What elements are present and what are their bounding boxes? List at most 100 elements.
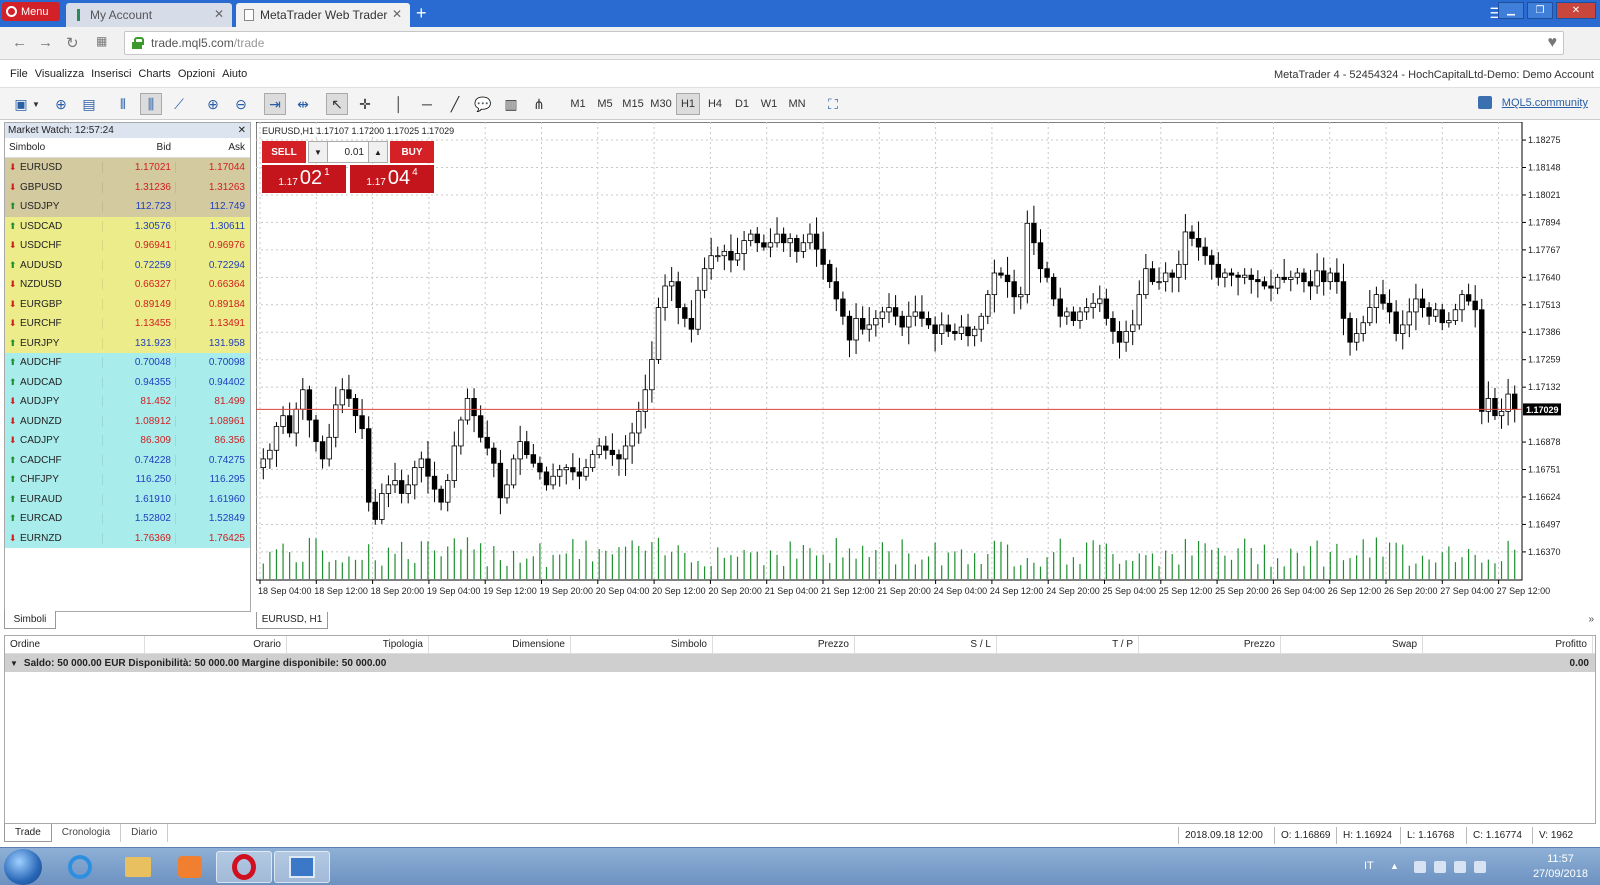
taskbar-ie[interactable]	[52, 851, 108, 883]
auto-scroll-icon[interactable]: ⇥	[264, 93, 286, 115]
market-watch-row[interactable]: ⬇ USDCHF 0.96941 0.96976	[5, 236, 250, 256]
timeframe-m1[interactable]: M1	[567, 93, 589, 115]
vertical-line-icon[interactable]: │	[388, 93, 410, 115]
terminal-col-header[interactable]: S / L	[855, 636, 997, 653]
timeframe-mn[interactable]: MN	[785, 93, 809, 115]
cursor-icon[interactable]: ↖	[326, 93, 348, 115]
price-chart[interactable]: 1.18275 1.18148 1.18021 1.17894 1.17767 1.176…	[255, 121, 1596, 614]
back-arrow-icon[interactable]: ←	[12, 34, 27, 51]
elliott-wave-icon[interactable]: ⋔	[528, 93, 550, 115]
speed-dial-grid-icon[interactable]: ▦	[96, 34, 107, 48]
chart-svg[interactable]: 1.18275 1.18148 1.18021 1.17894 1.17767 1.176…	[255, 121, 1596, 614]
market-watch-row[interactable]: ⬇ NZDUSD 0.66327 0.66364	[5, 275, 250, 295]
market-watch-row[interactable]: ⬆ AUDUSD 0.72259 0.72294	[5, 255, 250, 275]
zoom-out-icon[interactable]: ⊖	[230, 93, 252, 115]
buy-button[interactable]: BUY	[390, 141, 434, 163]
timeframe-d1[interactable]: D1	[731, 93, 753, 115]
market-watch-row[interactable]: ⬆ CADCHF 0.74228 0.74275	[5, 450, 250, 470]
reload-icon[interactable]: ↻	[66, 34, 79, 52]
tab-simboli[interactable]: Simboli	[4, 611, 56, 629]
menu-aiuto[interactable]: Aiuto	[222, 68, 247, 80]
candlestick-icon[interactable]: ⫼	[140, 93, 162, 115]
minimize-button[interactable]: ▁	[1498, 2, 1524, 19]
action-center-icon[interactable]	[1474, 861, 1486, 873]
lot-decrease-icon[interactable]: ▼	[308, 141, 328, 163]
terminal-col-header[interactable]: Simbolo	[571, 636, 713, 653]
timeframe-w1[interactable]: W1	[758, 93, 780, 115]
mql5-community-link[interactable]: MQL5.community	[1502, 97, 1588, 109]
col-header-bid[interactable]: Bid	[102, 142, 175, 153]
collapse-icon[interactable]: ▼	[10, 659, 18, 668]
bookmark-heart-icon[interactable]: ♥	[1548, 34, 1558, 52]
timeframe-m15[interactable]: M15	[620, 93, 646, 115]
tray-expand-icon[interactable]: ▲	[1390, 861, 1402, 873]
menu-file[interactable]: File	[10, 68, 28, 80]
bar-chart-icon[interactable]: ⫴	[112, 93, 134, 115]
profiles-icon[interactable]: ▤	[78, 93, 100, 115]
new-chart-dropdown-icon[interactable]: ▼	[30, 93, 42, 115]
terminal-col-header[interactable]: Swap	[1281, 636, 1423, 653]
terminal-col-header[interactable]: Prezzo	[1139, 636, 1281, 653]
terminal-col-header[interactable]: Profitto	[1423, 636, 1593, 653]
new-tab-plus-icon[interactable]: +	[416, 2, 427, 24]
market-watch-row[interactable]: ⬇ AUDJPY 81.452 81.499	[5, 392, 250, 412]
close-window-button[interactable]: ✕	[1556, 2, 1596, 19]
lot-size-input[interactable]: 0.01	[328, 141, 368, 163]
market-watch-row[interactable]: ⬇ CADJPY 86.309 86.356	[5, 431, 250, 451]
terminal-col-header[interactable]: T / P	[997, 636, 1139, 653]
market-watch-row[interactable]: ⬇ EURGBP 0.89149 0.89184	[5, 294, 250, 314]
market-watch-row[interactable]: ⬆ USDCAD 1.30576 1.30611	[5, 216, 250, 236]
timeframe-h1[interactable]: H1	[676, 93, 700, 115]
chart-shift-icon[interactable]: ⇹	[292, 93, 314, 115]
tray-app-icon[interactable]	[1414, 861, 1426, 873]
taskbar-metatrader[interactable]	[274, 851, 330, 883]
text-label-icon[interactable]: 💬	[472, 93, 494, 115]
line-chart-icon[interactable]: ⟋	[168, 93, 190, 115]
market-watch-row[interactable]: ⬆ USDJPY 112.723 112.749	[5, 197, 250, 217]
timeframe-h4[interactable]: H4	[704, 93, 726, 115]
language-indicator[interactable]: IT	[1364, 860, 1374, 872]
market-watch-row[interactable]: ⬇ EURNZD 1.76369 1.76425	[5, 528, 250, 548]
forward-arrow-icon[interactable]: →	[38, 34, 53, 51]
col-header-ask[interactable]: Ask	[175, 142, 250, 153]
market-watch-row[interactable]: ⬇ EURUSD 1.17021 1.17044	[5, 158, 250, 178]
new-order-icon[interactable]: ⊕	[50, 93, 72, 115]
network-icon[interactable]	[1434, 861, 1446, 873]
terminal-col-header[interactable]: Ordine	[5, 636, 145, 653]
menu-inserisci[interactable]: Inserisci	[91, 68, 131, 80]
opera-menu-button[interactable]: Menu	[2, 2, 60, 21]
menu-charts[interactable]: Charts	[138, 68, 170, 80]
new-chart-icon[interactable]: ▣	[10, 93, 32, 115]
terminal-col-header[interactable]: Orario	[145, 636, 287, 653]
taskbar-explorer[interactable]	[110, 851, 166, 883]
zoom-in-icon[interactable]: ⊕	[202, 93, 224, 115]
menu-visualizza[interactable]: Visualizza	[35, 68, 84, 80]
taskbar-opera[interactable]	[216, 851, 272, 883]
market-watch-row[interactable]: ⬇ AUDNZD 1.08912 1.08961	[5, 411, 250, 431]
crosshair-icon[interactable]: ✛	[354, 93, 376, 115]
horizontal-line-icon[interactable]: ─	[416, 93, 438, 115]
chart-tab-eurusd-h1[interactable]: EURUSD, H1	[256, 612, 328, 629]
terminal-col-header[interactable]: Dimensione	[429, 636, 571, 653]
trend-line-icon[interactable]: ╱	[444, 93, 466, 115]
timeframe-m5[interactable]: M5	[594, 93, 616, 115]
close-tab-icon[interactable]: ✕	[214, 7, 224, 21]
buy-price[interactable]: 1.17 04 4	[350, 165, 434, 193]
chart-tabs-scroll-icon[interactable]: »	[1588, 614, 1594, 625]
close-tab-icon[interactable]: ✕	[392, 7, 402, 21]
market-watch-row[interactable]: ⬆ EURCAD 1.52802 1.52849	[5, 509, 250, 529]
market-watch-row[interactable]: ⬇ GBPUSD 1.31236 1.31263	[5, 177, 250, 197]
timeframe-m30[interactable]: M30	[648, 93, 674, 115]
close-panel-icon[interactable]: ✕	[238, 123, 246, 138]
windows-start-button[interactable]	[4, 849, 42, 885]
market-watch-row[interactable]: ⬆ EURJPY 131.923 131.958	[5, 333, 250, 353]
market-watch-row[interactable]: ⬇ EURCHF 1.13455 1.13491	[5, 314, 250, 334]
terminal-col-header[interactable]: Tipologia	[287, 636, 429, 653]
terminal-col-header[interactable]: Prezzo	[713, 636, 855, 653]
menu-opzioni[interactable]: Opzioni	[178, 68, 215, 80]
market-watch-row[interactable]: ⬆ AUDCHF 0.70048 0.70098	[5, 353, 250, 373]
market-watch-row[interactable]: ⬆ CHFJPY 116.250 116.295	[5, 470, 250, 490]
col-header-symbol[interactable]: Simbolo	[5, 142, 102, 153]
volume-icon[interactable]	[1454, 861, 1466, 873]
lot-increase-icon[interactable]: ▲	[368, 141, 388, 163]
